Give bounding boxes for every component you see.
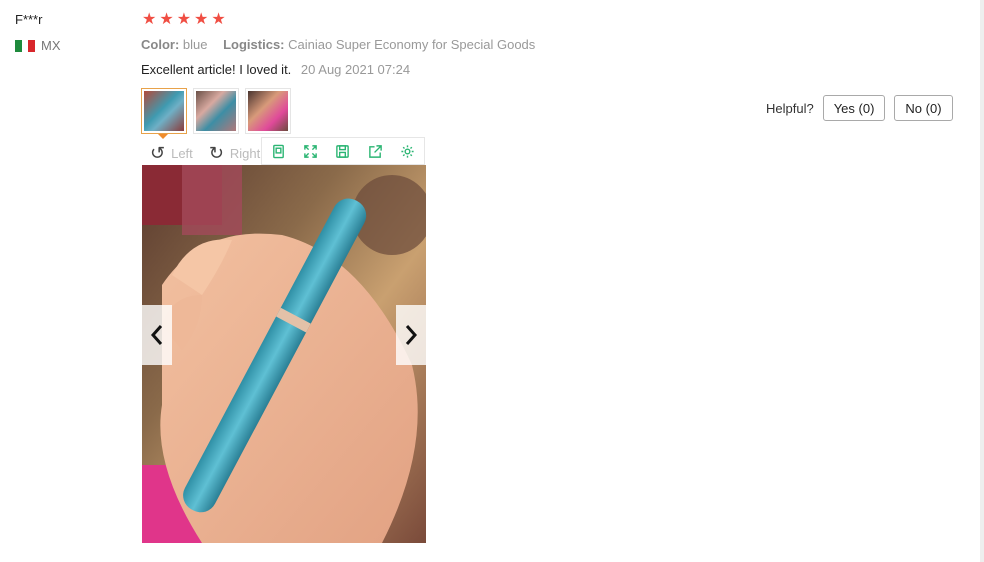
review-attributes: Color: blue Logistics: Cainiao Super Eco… (141, 37, 547, 52)
image-viewer (142, 165, 426, 543)
star-icon: ★ (211, 11, 226, 28)
thumbnail-image (248, 91, 288, 131)
color-value: blue (182, 37, 208, 52)
rotate-left-label[interactable]: Left (171, 146, 193, 161)
mexico-flag-icon (15, 39, 36, 52)
review-photo-thumbnails (141, 88, 291, 139)
fit-screen-icon[interactable] (269, 142, 287, 160)
helpful-yes-button[interactable]: Yes (0) (822, 95, 886, 121)
review-date: 20 Aug 2021 07:24 (300, 62, 411, 77)
previous-image-button[interactable] (142, 305, 172, 365)
star-icon: ★ (194, 11, 209, 28)
chevron-left-icon (150, 325, 163, 345)
star-icon: ★ (176, 11, 192, 28)
helpful-vote: Helpful? Yes (0) No (0) (766, 95, 953, 121)
star-icon: ★ (159, 11, 174, 28)
expand-icon[interactable] (302, 142, 320, 160)
image-toolbar (261, 137, 425, 165)
country-code: MX (41, 38, 61, 53)
reviewer-country: MX (15, 38, 61, 53)
thumbnail-image (196, 91, 236, 131)
reviewer-name: F***r (15, 12, 43, 27)
active-indicator-icon (158, 134, 168, 139)
photo-thumbnail[interactable] (193, 88, 239, 134)
logistics-value: Cainiao Super Economy for Special Goods (288, 37, 536, 52)
settings-icon[interactable] (399, 142, 417, 160)
rotate-right-label[interactable]: Right (230, 146, 260, 161)
photo-thumbnail[interactable] (245, 88, 291, 134)
review-text: Excellent article! I loved it. (141, 62, 292, 77)
rotate-left-icon[interactable]: ↺ (150, 144, 165, 162)
rotate-right-icon[interactable]: ↻ (209, 144, 224, 162)
photo-thumbnail-active[interactable] (141, 88, 187, 139)
page-edge-border (980, 0, 984, 562)
rotate-controls: ↺ Left ↻ Right (150, 144, 270, 162)
star-icon: ★ (142, 11, 157, 28)
logistics-label: Logistics: (223, 37, 285, 52)
rating-stars: ★ ★ ★ ★ ★ (142, 12, 226, 28)
review-body: Excellent article! I loved it. 20 Aug 20… (141, 62, 410, 77)
thumbnail-image (144, 91, 184, 131)
review-photo (142, 165, 426, 543)
helpful-label: Helpful? (766, 100, 814, 116)
color-label: Color: (141, 37, 180, 52)
save-icon[interactable] (334, 142, 352, 160)
helpful-no-button[interactable]: No (0) (894, 95, 953, 121)
share-icon[interactable] (366, 142, 384, 160)
next-image-button[interactable] (396, 305, 426, 365)
chevron-right-icon (405, 325, 418, 345)
